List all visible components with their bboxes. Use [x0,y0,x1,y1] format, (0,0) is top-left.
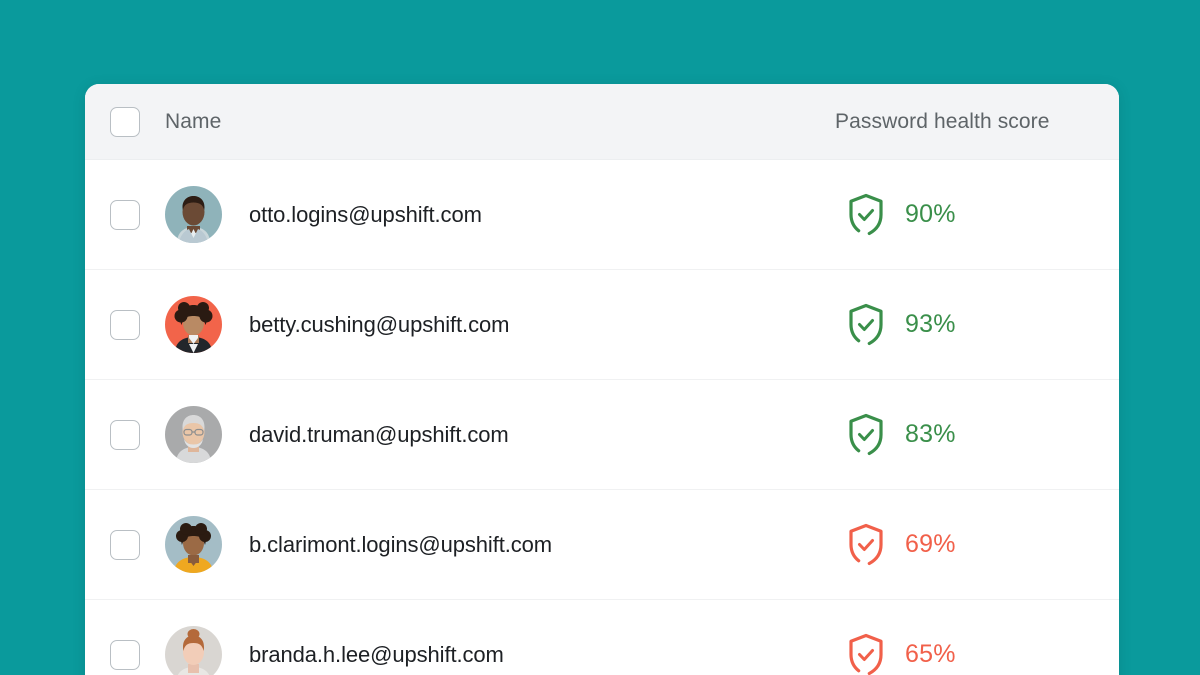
row-checkbox-cell[interactable] [85,419,165,450]
score-value: 69% [905,530,956,558]
table-row[interactable]: b.clarimont.logins@upshift.com 69% [85,490,1119,600]
score-cell: 90% [845,192,956,238]
score-cell: 65% [845,632,956,675]
name-cell: otto.logins@upshift.com [165,186,482,243]
user-email: david.truman@upshift.com [249,421,509,447]
avatar [165,296,222,353]
score-cell: 69% [845,522,956,568]
name-cell: branda.h.lee@upshift.com [165,626,504,675]
row-select-checkbox[interactable] [110,639,140,670]
row-select-checkbox[interactable] [110,529,140,560]
score-value: 65% [905,640,956,668]
name-cell: david.truman@upshift.com [165,406,509,463]
password-health-table-card: Name Password health score otto.logins@u… [85,84,1119,675]
score-value: 83% [905,420,956,448]
name-cell: betty.cushing@upshift.com [165,296,509,353]
avatar [165,186,222,243]
user-email: b.clarimont.logins@upshift.com [249,531,553,557]
user-email: betty.cushing@upshift.com [249,311,510,337]
table-row[interactable]: otto.logins@upshift.com 90% [85,160,1119,270]
column-header-name: Name [165,109,222,133]
user-email: branda.h.lee@upshift.com [249,641,504,667]
score-value: 90% [905,200,956,228]
avatar [165,516,222,573]
column-header-password-health-score: Password health score [835,109,1050,133]
shield-check-icon [849,523,883,567]
score-cell: 83% [845,412,956,458]
table-row[interactable]: branda.h.lee@upshift.com 65% [85,600,1119,675]
shield-check-icon [849,303,883,347]
row-select-checkbox[interactable] [110,199,140,230]
row-checkbox-cell[interactable] [85,309,165,340]
avatar [165,626,222,675]
row-checkbox-cell[interactable] [85,529,165,560]
select-all-checkbox[interactable] [110,106,140,137]
shield-check-icon [849,633,883,675]
table-row[interactable]: david.truman@upshift.com 83% [85,380,1119,490]
select-all-checkbox-cell[interactable] [85,106,165,137]
user-email: otto.logins@upshift.com [249,201,482,227]
score-value: 93% [905,310,956,338]
row-checkbox-cell[interactable] [85,639,165,670]
table-row[interactable]: betty.cushing@upshift.com 93% [85,270,1119,380]
row-checkbox-cell[interactable] [85,199,165,230]
score-cell: 93% [845,302,956,348]
table-header-row: Name Password health score [85,84,1119,160]
shield-check-icon [849,193,883,237]
row-select-checkbox[interactable] [110,309,140,340]
row-select-checkbox[interactable] [110,419,140,450]
name-cell: b.clarimont.logins@upshift.com [165,516,552,573]
shield-check-icon [849,413,883,457]
avatar [165,406,222,463]
